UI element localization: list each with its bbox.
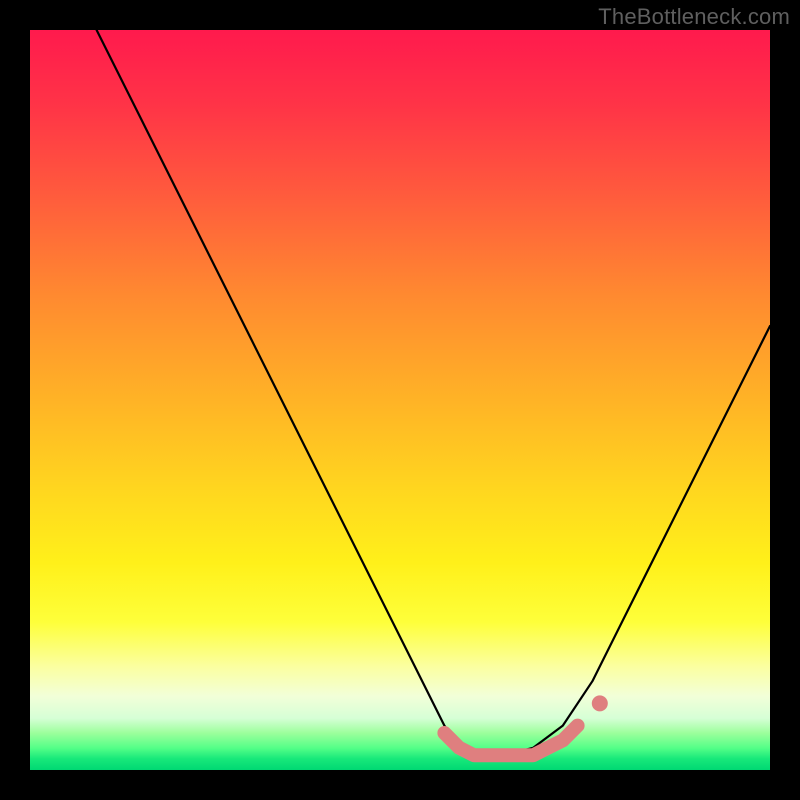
chart-frame: TheBottleneck.com [0, 0, 800, 800]
pink-dot [592, 695, 608, 711]
black-curve [97, 30, 770, 755]
plot-area [30, 30, 770, 770]
watermark-text: TheBottleneck.com [598, 4, 790, 30]
chart-svg [30, 30, 770, 770]
